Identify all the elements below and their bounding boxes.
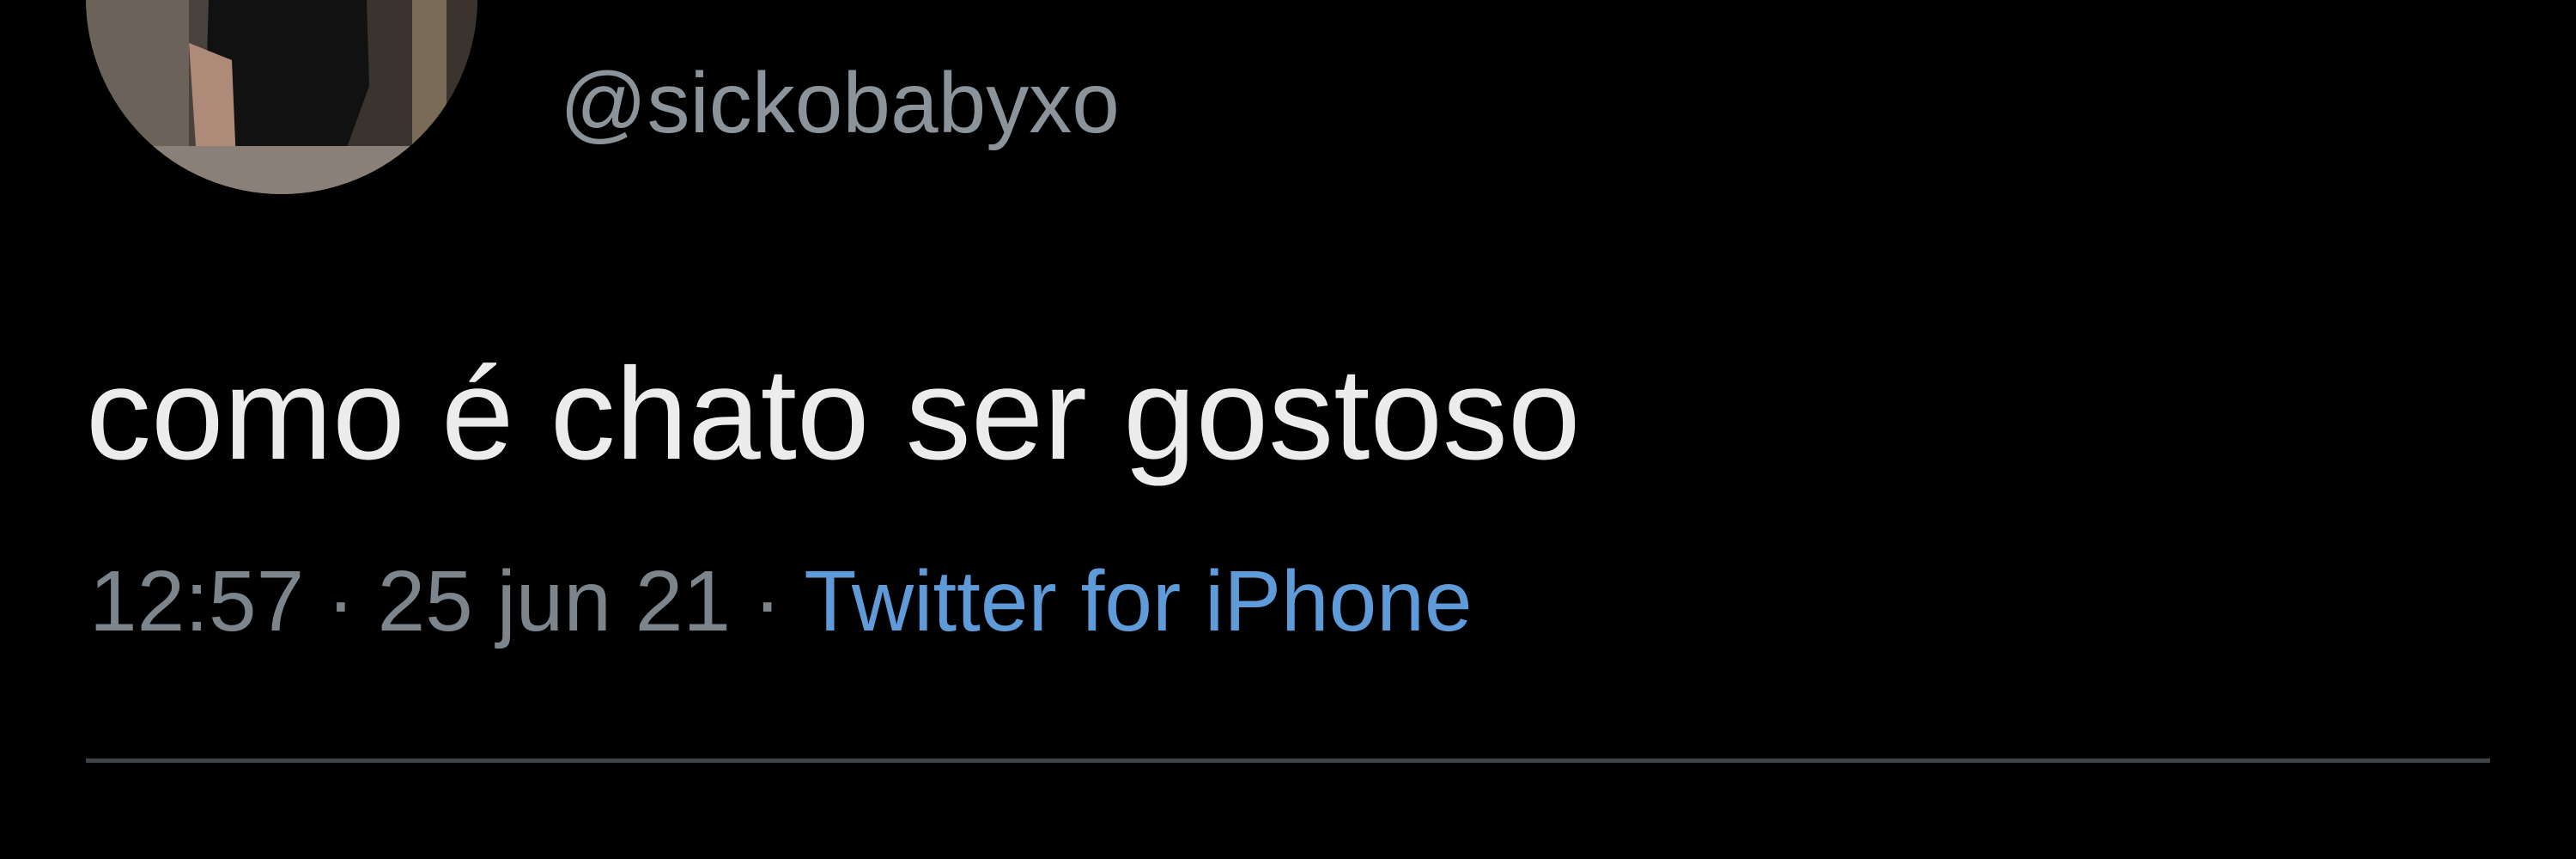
tweet-card: @sickobabyxo como é chato ser gostoso 12… — [0, 0, 2576, 859]
meta-separator: · — [326, 553, 355, 649]
tweet-source-link[interactable]: Twitter for iPhone — [804, 553, 1472, 649]
tweet-meta: 12:57 · 25 jun 21 · Twitter for iPhone — [89, 550, 1472, 653]
divider — [86, 758, 2490, 763]
avatar-photo — [86, 0, 477, 194]
user-handle[interactable]: @sickobabyxo — [560, 52, 1120, 155]
meta-separator: · — [753, 553, 782, 649]
tweet-date[interactable]: 25 jun 21 — [378, 553, 731, 649]
tweet-text: como é chato ser gostoso — [86, 341, 1581, 487]
tweet-time: 12:57 — [89, 553, 305, 649]
avatar[interactable] — [86, 0, 477, 194]
